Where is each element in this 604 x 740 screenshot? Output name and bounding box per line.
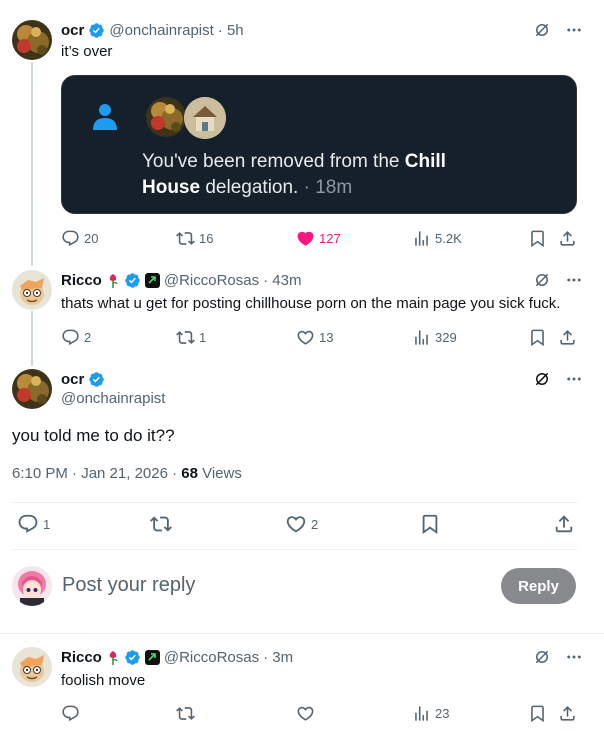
views-count: 5.2K: [435, 230, 462, 246]
post-action-bar: 2 1 13 329: [0, 327, 604, 347]
post-top-actions: [533, 271, 583, 289]
reply-button[interactable]: [61, 703, 80, 723]
display-name[interactable]: Ricco: [61, 649, 102, 666]
grok-icon[interactable]: [533, 370, 551, 388]
timestamp[interactable]: · 3m: [263, 649, 293, 666]
card-timestamp: · 18m: [298, 177, 353, 198]
community-avatar: [146, 97, 186, 137]
bookmark-button[interactable]: [528, 703, 547, 723]
repost-count: 1: [199, 329, 207, 345]
repost-button[interactable]: 16: [176, 228, 213, 248]
avatar[interactable]: [12, 369, 52, 409]
post-top-actions: [533, 370, 583, 388]
like-button[interactable]: 13: [296, 327, 333, 347]
more-icon[interactable]: [565, 370, 583, 388]
divider: [12, 502, 578, 503]
reply-button[interactable]: 20: [61, 228, 98, 248]
reply-count: 2: [84, 329, 92, 345]
affiliate-badge-icon: [144, 272, 160, 288]
post-action-bar: 20 16 127 5.2K: [0, 228, 604, 248]
verified-badge-icon: [124, 649, 141, 666]
views-count: 68: [181, 465, 198, 482]
share-button[interactable]: [558, 228, 577, 248]
display-name[interactable]: ocr: [61, 371, 84, 388]
views-button[interactable]: 329: [412, 327, 457, 347]
handle[interactable]: @onchainrapist: [109, 22, 213, 39]
post-text: foolish move: [61, 672, 146, 689]
repost-button[interactable]: [150, 514, 172, 534]
handle[interactable]: @RiccoRosas: [164, 649, 259, 666]
avatar[interactable]: [12, 20, 52, 60]
card-message: You've been removed from the Chill House …: [142, 151, 446, 198]
more-icon[interactable]: [565, 21, 583, 39]
grok-icon[interactable]: [533, 21, 551, 39]
reply-input[interactable]: Post your reply: [62, 574, 195, 597]
quoted-notification-card[interactable]: You've been removed from the Chill House …: [61, 75, 577, 214]
verified-badge-icon: [124, 272, 141, 289]
post-timestamp[interactable]: 6:10 PM · Jan 21, 2026 ·: [12, 465, 181, 482]
main-action-bar: 1 2: [0, 514, 604, 534]
avatar[interactable]: [12, 270, 52, 310]
post-header: ocr @onchainrapist · 5h: [61, 20, 244, 40]
display-name[interactable]: ocr: [61, 22, 84, 39]
post-header: Ricco @RiccoRosas · 43m: [61, 270, 301, 290]
repost-button[interactable]: [176, 703, 195, 723]
handle[interactable]: @onchainrapist: [61, 390, 165, 407]
more-icon[interactable]: [565, 271, 583, 289]
avatar[interactable]: [12, 647, 52, 687]
post-meta: 6:10 PM · Jan 21, 2026 · 68 Views: [12, 465, 242, 482]
reply-count: 20: [84, 230, 99, 246]
rose-emoji-icon: [106, 272, 120, 288]
bookmark-button[interactable]: [419, 514, 441, 534]
more-icon[interactable]: [565, 648, 583, 666]
reply-button[interactable]: 2: [61, 327, 91, 347]
post-action-bar: 23: [0, 703, 604, 723]
share-button[interactable]: [558, 703, 577, 723]
like-button[interactable]: 127: [296, 228, 341, 248]
current-user-avatar[interactable]: [12, 566, 52, 606]
like-count: 127: [319, 230, 341, 246]
like-button[interactable]: 2: [285, 514, 318, 534]
section-divider: [0, 633, 604, 634]
like-count: 13: [319, 329, 334, 345]
like-count: 2: [311, 516, 319, 532]
verified-badge-icon: [88, 22, 105, 39]
share-button[interactable]: [553, 514, 575, 534]
main-post-text: you told me to do it??: [12, 426, 175, 445]
person-icon: [92, 102, 118, 135]
post-header: Ricco @RiccoRosas · 3m: [61, 647, 293, 667]
bookmark-button[interactable]: [528, 327, 547, 347]
post-text: it’s over: [61, 43, 113, 60]
share-button[interactable]: [558, 327, 577, 347]
views-count: 23: [435, 705, 450, 721]
timestamp[interactable]: · 5h: [218, 22, 244, 39]
divider: [12, 549, 578, 550]
rose-emoji-icon: [106, 649, 120, 665]
house-avatar: [184, 97, 226, 139]
reply-count: 1: [43, 516, 51, 532]
views-count: 329: [435, 329, 457, 345]
post-top-actions: [533, 648, 583, 666]
repost-count: 16: [199, 230, 214, 246]
repost-button[interactable]: 1: [176, 327, 206, 347]
reply-button[interactable]: 1: [17, 514, 50, 534]
grok-icon[interactable]: [533, 648, 551, 666]
bookmark-button[interactable]: [528, 228, 547, 248]
affiliate-badge-icon: [144, 649, 160, 665]
timestamp[interactable]: · 43m: [263, 272, 301, 289]
verified-badge-icon: [88, 371, 105, 388]
views-button[interactable]: 5.2K: [412, 228, 462, 248]
grok-icon[interactable]: [533, 271, 551, 289]
post-header: ocr: [61, 369, 105, 389]
post-text: thats what u get for posting chillhouse …: [61, 295, 561, 312]
views-button[interactable]: 23: [412, 703, 449, 723]
reply-submit-button[interactable]: Reply: [501, 568, 576, 604]
handle[interactable]: @RiccoRosas: [164, 272, 259, 289]
views-label: Views: [197, 465, 242, 482]
display-name[interactable]: Ricco: [61, 272, 102, 289]
post-top-actions: [533, 21, 583, 39]
like-button[interactable]: [296, 703, 315, 723]
